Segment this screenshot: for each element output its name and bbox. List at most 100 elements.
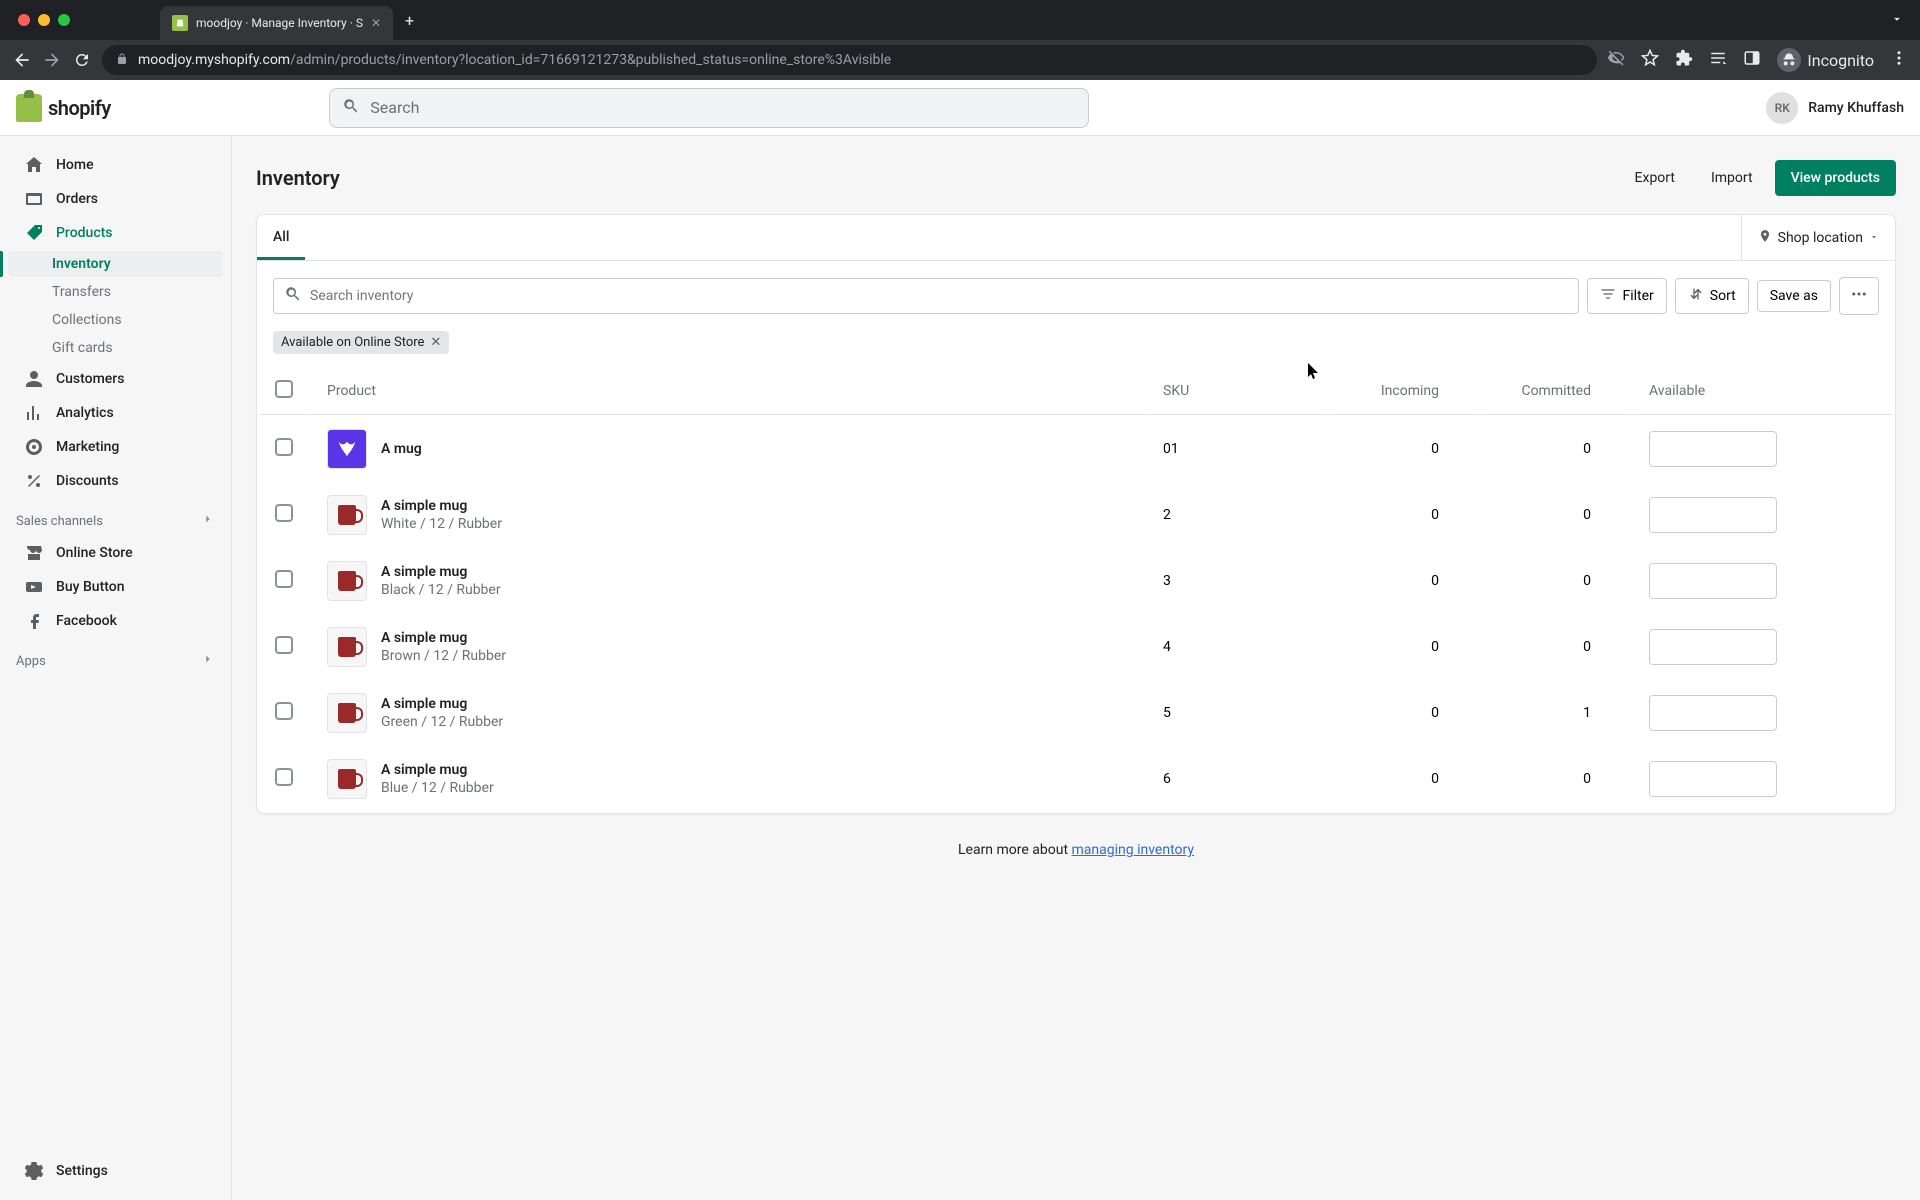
sidebar-item-customers[interactable]: Customers [8,363,223,395]
product-name[interactable]: A simple mug [381,498,502,514]
more-actions-button[interactable] [1839,277,1879,315]
product-name[interactable]: A simple mug [381,762,494,778]
row-checkbox[interactable] [275,636,293,654]
incognito-badge[interactable]: Incognito [1777,48,1874,72]
product-thumbnail [327,627,367,667]
inventory-search-input[interactable] [310,288,1568,304]
select-all-checkbox[interactable] [275,380,293,398]
row-checkbox[interactable] [275,438,293,456]
export-button[interactable]: Export [1621,162,1689,194]
chevron-right-icon[interactable] [201,512,215,530]
sidebar-sub-collections[interactable]: Collections [8,307,223,333]
sidebar-sub-inventory[interactable]: Inventory [8,251,223,277]
available-input[interactable] [1650,762,1777,796]
sidebar-item-discounts[interactable]: Discounts [8,465,223,497]
extensions-icon[interactable] [1675,49,1693,71]
chip-remove-icon[interactable]: ✕ [430,335,441,350]
sidebar-item-home[interactable]: Home [8,149,223,181]
available-input[interactable] [1650,498,1777,532]
eye-off-icon[interactable] [1607,49,1625,71]
tab-all[interactable]: All [257,215,305,260]
section-label-text: Sales channels [16,514,103,529]
sidebar-sub-label: Transfers [52,284,111,300]
cell-incoming: 0 [1329,483,1479,547]
learn-more-link[interactable]: managing inventory [1072,842,1194,858]
nav-reload-button[interactable] [72,50,92,70]
shopify-logo-text: shopify [48,96,111,120]
available-stepper[interactable]: ▲▼ [1649,761,1777,797]
filter-chip-available-online-store[interactable]: Available on Online Store ✕ [273,331,449,354]
inventory-search[interactable] [273,278,1579,314]
row-checkbox[interactable] [275,504,293,522]
nav-forward-button[interactable] [42,50,62,70]
filter-button[interactable]: Filter [1587,278,1666,314]
import-button[interactable]: Import [1697,162,1767,194]
row-checkbox[interactable] [275,570,293,588]
page-header: Inventory Export Import View products [256,160,1896,196]
product-thumbnail [327,759,367,799]
row-checkbox[interactable] [275,768,293,786]
sidebar-channel-online-store[interactable]: Online Store [8,537,223,569]
product-name[interactable]: A mug [381,441,422,457]
window-maximize-button[interactable] [58,14,70,26]
available-stepper[interactable]: ▲▼ [1649,563,1777,599]
available-input[interactable] [1650,432,1777,466]
product-name[interactable]: A simple mug [381,630,506,646]
new-tab-button[interactable]: + [405,11,414,30]
reading-list-icon[interactable] [1709,49,1727,71]
tab-close-icon[interactable]: ✕ [371,16,381,30]
view-products-button[interactable]: View products [1775,160,1896,196]
available-input[interactable] [1650,564,1777,598]
window-minimize-button[interactable] [38,14,50,26]
panel-icon[interactable] [1743,49,1761,71]
col-header-available[interactable]: Available [1633,368,1893,415]
cell-incoming: 0 [1329,747,1479,811]
user-menu[interactable]: RK Ramy Khuffash [1766,92,1904,124]
discounts-icon [24,471,44,491]
sidebar-item-products[interactable]: Products [8,217,223,249]
col-header-committed[interactable]: Committed [1481,368,1631,415]
sidebar-channel-buy-button[interactable]: Buy Button [8,571,223,603]
sidebar-sub-transfers[interactable]: Transfers [8,279,223,305]
chevron-right-icon[interactable] [201,652,215,670]
nav-back-button[interactable] [12,50,32,70]
product-variant: Black / 12 / Rubber [381,582,501,598]
available-stepper[interactable]: ▲▼ [1649,695,1777,731]
available-input[interactable] [1650,696,1777,730]
sidebar-sub-gift-cards[interactable]: Gift cards [8,335,223,361]
cell-incoming: 0 [1329,549,1479,613]
sidebar-channel-facebook[interactable]: Facebook [8,605,223,637]
tab-overflow-icon[interactable] [1890,11,1904,30]
incognito-label: Incognito [1807,51,1874,70]
available-stepper[interactable]: ▲▼ [1649,497,1777,533]
location-selector[interactable]: Shop location [1741,215,1895,260]
address-bar[interactable]: moodjoy.myshopify.com/admin/products/inv… [102,45,1597,75]
browser-tab[interactable]: moodjoy · Manage Inventory · S ✕ [160,6,393,40]
sidebar-item-orders[interactable]: Orders [8,183,223,215]
save-as-button[interactable]: Save as [1757,280,1831,312]
product-variant: Green / 12 / Rubber [381,714,503,730]
sidebar-item-marketing[interactable]: Marketing [8,431,223,463]
product-name[interactable]: A simple mug [381,564,501,580]
sidebar-item-settings[interactable]: Settings [8,1155,223,1187]
sort-button[interactable]: Sort [1675,278,1749,314]
col-header-incoming[interactable]: Incoming [1329,368,1479,415]
row-checkbox[interactable] [275,702,293,720]
kebab-menu-icon[interactable] [1890,49,1908,71]
sidebar-item-analytics[interactable]: Analytics [8,397,223,429]
star-icon[interactable] [1641,49,1659,71]
product-thumbnail [327,429,367,469]
cell-sku: 5 [1147,681,1327,745]
search-placeholder: Search [370,98,419,117]
window-close-button[interactable] [18,14,30,26]
available-input[interactable] [1650,630,1777,664]
available-stepper[interactable]: ▲▼ [1649,629,1777,665]
available-stepper[interactable]: ▲▼ [1649,431,1777,467]
col-header-sku[interactable]: SKU [1147,368,1327,415]
sidebar-item-label: Home [56,157,94,173]
shopify-logo[interactable]: shopify [16,94,111,122]
col-header-product[interactable]: Product [311,368,1145,415]
global-search[interactable]: Search [329,88,1089,128]
table-row: A simple mugBlue / 12 / Rubber600▲▼ [259,747,1893,811]
product-name[interactable]: A simple mug [381,696,503,712]
